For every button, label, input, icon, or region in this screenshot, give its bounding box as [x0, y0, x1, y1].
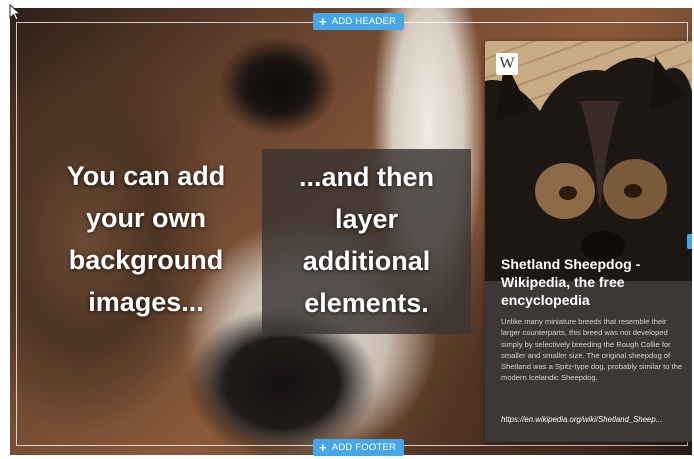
add-footer-label: ADD FOOTER	[331, 442, 397, 453]
background-text-line: images...	[88, 287, 204, 317]
background-text-line: background	[68, 245, 224, 275]
overlay-text: ...and then layer additional elements.	[262, 156, 471, 324]
card-url[interactable]: https://en.wikipedia.org/wiki/Shetland_S…	[501, 414, 687, 425]
card-photo: W	[485, 41, 692, 281]
card-description: Unlike many miniature breeds that resemb…	[501, 317, 683, 383]
card-title: Shetland Sheepdog - Wikipedia, the free …	[501, 256, 641, 308]
sheepdog-photo	[485, 56, 692, 281]
add-footer-button[interactable]: + ADD FOOTER	[313, 439, 405, 456]
add-header-button[interactable]: + ADD HEADER	[313, 13, 405, 30]
page-canvas[interactable]: You can add your own background images..…	[10, 8, 692, 455]
cursor-icon	[9, 4, 22, 21]
background-text-line: your own	[86, 203, 206, 233]
overlay-text-line: elements.	[304, 288, 429, 318]
overlay-text-line: layer	[334, 204, 399, 234]
background-text-line: You can add	[66, 161, 226, 191]
wikipedia-logo-icon: W	[496, 53, 518, 75]
overlay-text-line: ...and then	[299, 162, 434, 192]
wikipedia-link-card[interactable]: W Shetland Sheepdog - Wikipedia, the fre…	[485, 41, 692, 442]
background-text[interactable]: You can add your own background images..…	[46, 155, 246, 323]
plus-icon: +	[319, 440, 327, 455]
overlay-text-line: additional	[302, 246, 431, 276]
overlay-text-box[interactable]: ...and then layer additional elements.	[262, 149, 471, 334]
add-header-label: ADD HEADER	[331, 16, 397, 27]
side-panel-tab[interactable]	[687, 234, 692, 249]
plus-icon: +	[319, 14, 327, 29]
